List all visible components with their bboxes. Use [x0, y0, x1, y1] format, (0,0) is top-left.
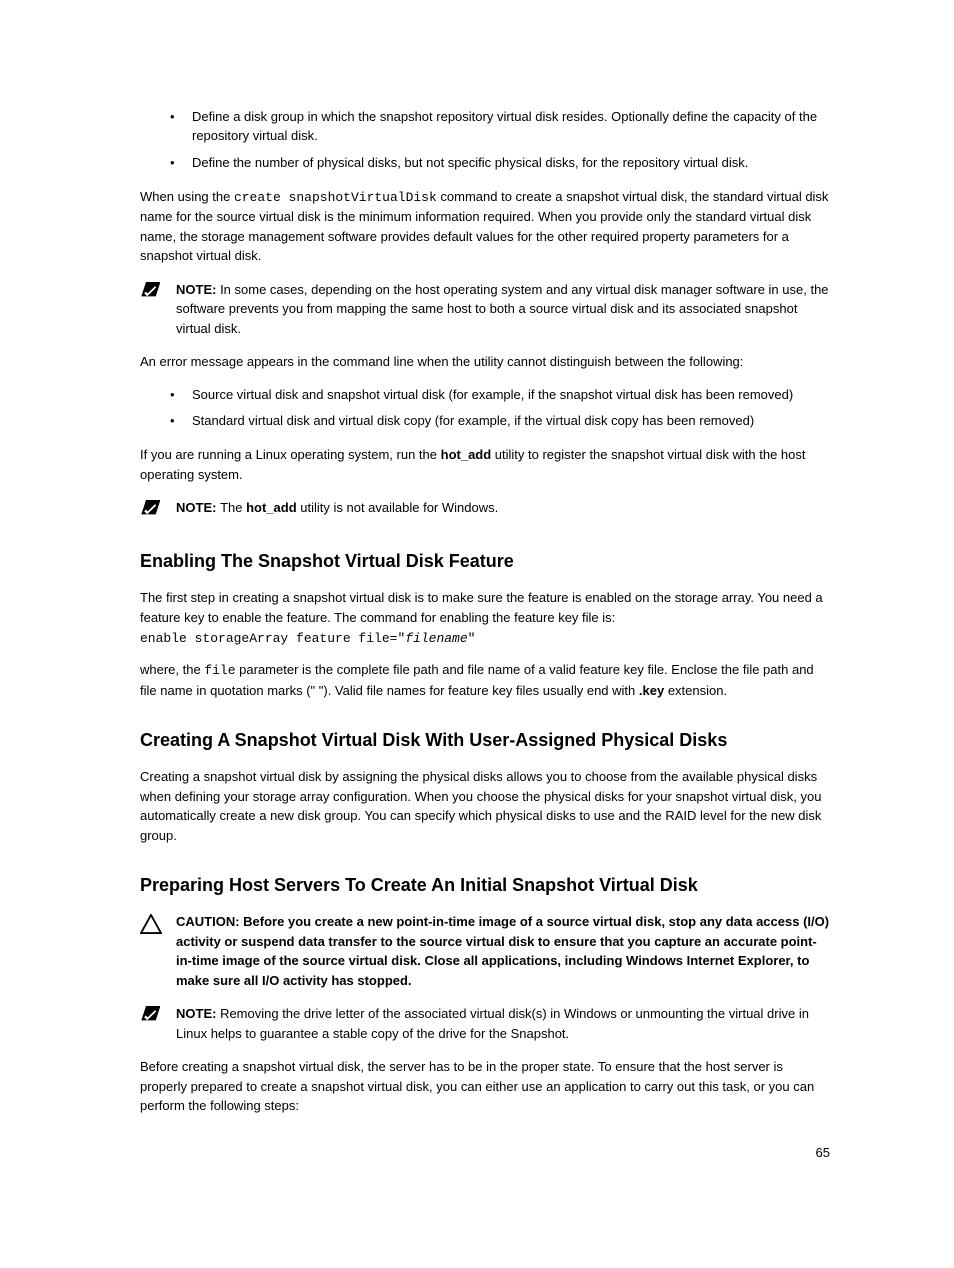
- bold-text: hot_add: [441, 447, 492, 462]
- note-icon: [140, 498, 176, 521]
- caution-callout: CAUTION: Before you create a new point-i…: [140, 912, 832, 990]
- bold-text: .key: [639, 683, 664, 698]
- note-callout: NOTE: In some cases, depending on the ho…: [140, 280, 832, 339]
- caution-label: CAUTION:: [176, 914, 243, 929]
- body-paragraph: Creating a snapshot virtual disk by assi…: [140, 767, 832, 845]
- text: extension.: [664, 683, 727, 698]
- note-label: NOTE:: [176, 500, 220, 515]
- note-icon: [140, 280, 176, 303]
- text: In some cases, depending on the host ope…: [176, 282, 829, 336]
- body-paragraph: where, the file parameter is the complet…: [140, 660, 832, 700]
- body-paragraph: The first step in creating a snapshot vi…: [140, 588, 832, 627]
- text: Removing the drive letter of the associa…: [176, 1006, 809, 1041]
- code-italic: filename: [405, 631, 467, 646]
- bullet-list-top: Define a disk group in which the snapsho…: [140, 108, 832, 173]
- note-label: NOTE:: [176, 282, 220, 297]
- bullet-list-mid: Source virtual disk and snapshot virtual…: [140, 386, 832, 432]
- text: utility is not available for Windows.: [297, 500, 499, 515]
- bold-text: hot_add: [246, 500, 297, 515]
- code-text: ": [468, 631, 476, 646]
- note-callout: NOTE: Removing the drive letter of the a…: [140, 1004, 832, 1043]
- body-paragraph: When using the create snapshotVirtualDis…: [140, 187, 832, 266]
- caution-icon: [140, 912, 176, 939]
- body-paragraph: An error message appears in the command …: [140, 352, 832, 372]
- page-number: 65: [816, 1145, 830, 1160]
- list-item: Define the number of physical disks, but…: [192, 154, 832, 173]
- section-heading-preparing: Preparing Host Servers To Create An Init…: [140, 875, 832, 896]
- note-icon: [140, 1004, 176, 1027]
- body-paragraph: Before creating a snapshot virtual disk,…: [140, 1057, 832, 1116]
- text: If you are running a Linux operating sys…: [140, 447, 441, 462]
- note-text: NOTE: In some cases, depending on the ho…: [176, 280, 832, 339]
- code-text: enable storageArray feature file=": [140, 631, 405, 646]
- inline-code: create snapshotVirtualDisk: [234, 190, 437, 205]
- note-label: NOTE:: [176, 1006, 220, 1021]
- text: where, the: [140, 662, 204, 677]
- body-paragraph: If you are running a Linux operating sys…: [140, 445, 832, 484]
- text: Before you create a new point-in-time im…: [176, 914, 829, 988]
- list-item: Define a disk group in which the snapsho…: [192, 108, 832, 146]
- note-callout: NOTE: The hot_add utility is not availab…: [140, 498, 832, 521]
- list-item: Standard virtual disk and virtual disk c…: [192, 412, 832, 431]
- section-heading-creating: Creating A Snapshot Virtual Disk With Us…: [140, 730, 832, 751]
- list-item: Source virtual disk and snapshot virtual…: [192, 386, 832, 405]
- code-block: enable storageArray feature file="filena…: [140, 631, 832, 646]
- caution-text: CAUTION: Before you create a new point-i…: [176, 912, 832, 990]
- text: The: [220, 500, 246, 515]
- note-text: NOTE: The hot_add utility is not availab…: [176, 498, 832, 518]
- page-content: Define a disk group in which the snapsho…: [140, 108, 832, 1130]
- section-heading-enabling: Enabling The Snapshot Virtual Disk Featu…: [140, 551, 832, 572]
- text: When using the: [140, 189, 234, 204]
- note-text: NOTE: Removing the drive letter of the a…: [176, 1004, 832, 1043]
- inline-code: file: [204, 663, 235, 678]
